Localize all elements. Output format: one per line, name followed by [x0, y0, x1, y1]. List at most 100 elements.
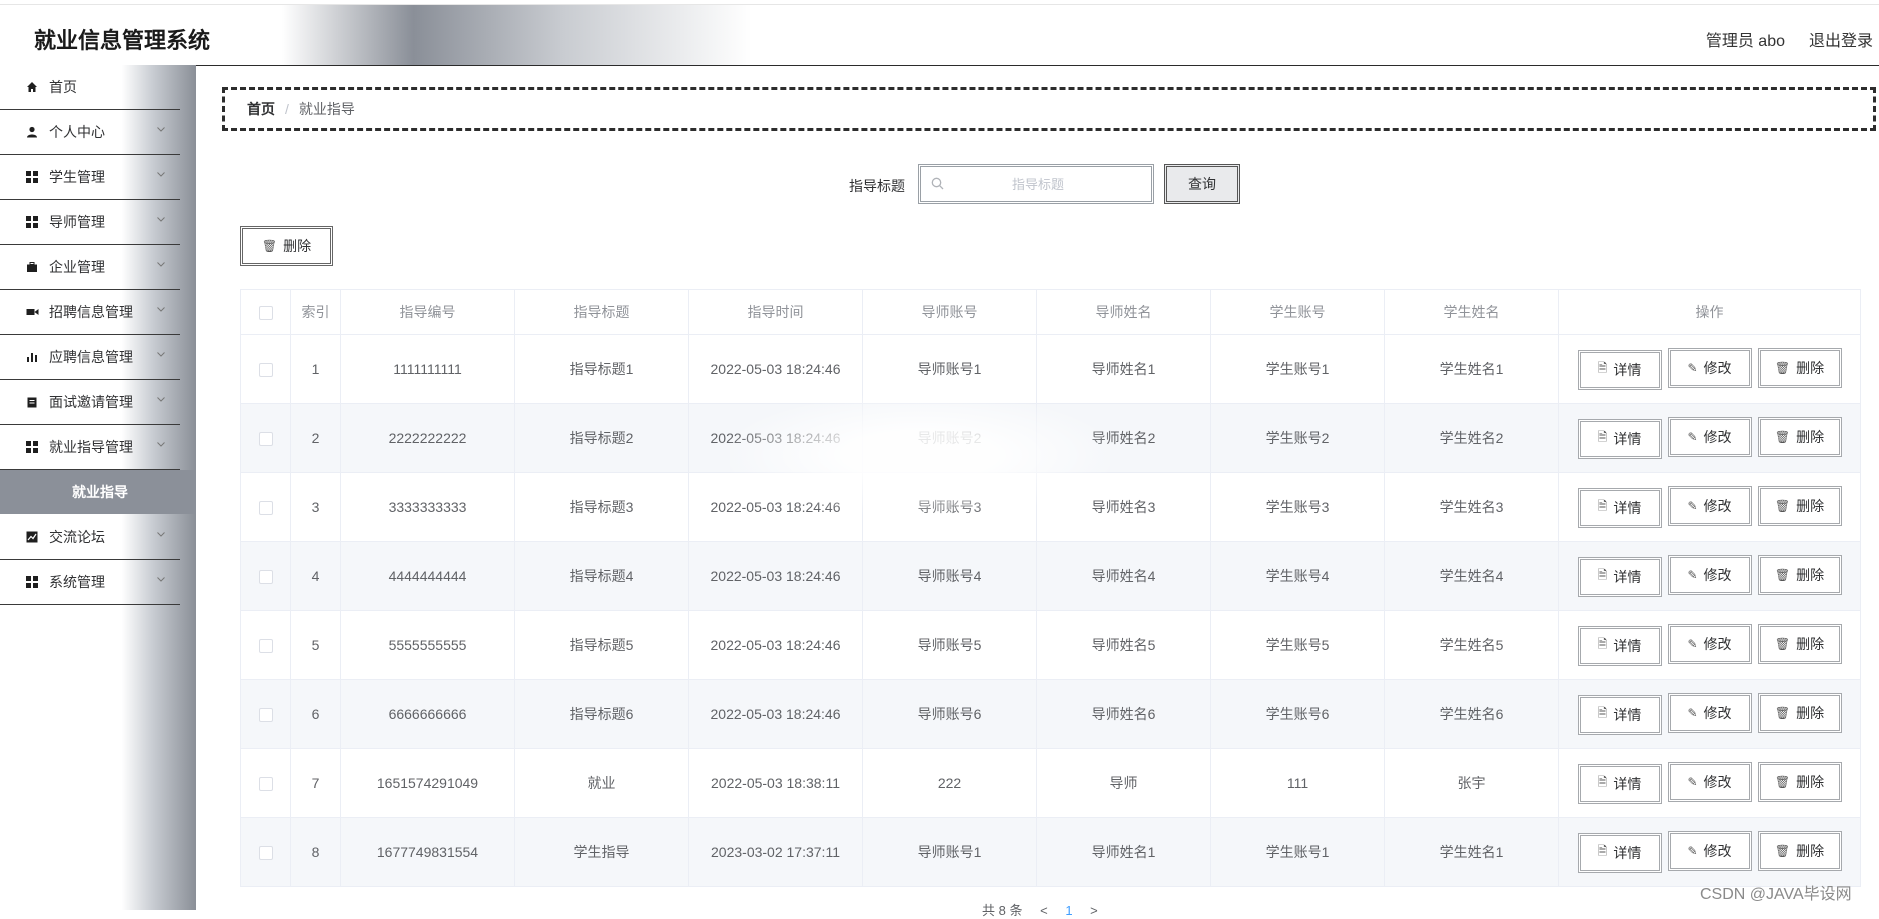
- sidebar-item[interactable]: 企业管理: [0, 245, 180, 290]
- cell-student-account: 学生账号4: [1210, 541, 1385, 611]
- document-icon: 🗎: [1597, 637, 1608, 652]
- sidebar-item[interactable]: 招聘信息管理: [0, 290, 180, 335]
- chevron-down-icon: [156, 259, 166, 272]
- sidebar-item[interactable]: 导师管理: [0, 200, 180, 245]
- logout-button[interactable]: 退出登录: [1809, 27, 1873, 51]
- row-checkbox[interactable]: [258, 708, 273, 723]
- cell-tutor-account: 导师账号1: [862, 817, 1037, 887]
- edit-button-label: 修改: [1703, 429, 1732, 446]
- row-checkbox[interactable]: [258, 846, 273, 861]
- query-button[interactable]: 查询: [1164, 164, 1240, 204]
- row-select-cell: [240, 403, 291, 473]
- cell-time: 2022-05-03 18:24:46: [688, 334, 863, 404]
- sidebar-item[interactable]: 首页: [0, 65, 180, 110]
- edit-button[interactable]: ✎ 修改: [1667, 555, 1752, 596]
- edit-button-label: 修改: [1703, 498, 1732, 515]
- pencil-icon: ✎: [1687, 499, 1698, 514]
- table-row[interactable]: 4 4444444444 指导标题4 2022-05-03 18:24:46 导师账号4…: [240, 541, 1861, 611]
- cell-student-name: 学生姓名4: [1384, 541, 1559, 611]
- row-checkbox[interactable]: [258, 501, 273, 516]
- sidebar-item[interactable]: 学生管理: [0, 155, 180, 200]
- sidebar-item[interactable]: 系统管理: [0, 560, 180, 605]
- cell-actions: 🗎 详情 ✎ 修改 🗑 删除: [1558, 610, 1861, 680]
- delete-button[interactable]: 🗑 删除: [1757, 555, 1842, 596]
- bulk-delete-label: 删除: [283, 238, 312, 254]
- edit-button[interactable]: ✎ 修改: [1667, 348, 1752, 389]
- sidebar-item[interactable]: 面试邀请管理: [0, 380, 180, 425]
- grid-icon: [25, 575, 39, 589]
- edit-button[interactable]: ✎ 修改: [1667, 831, 1752, 872]
- row-checkbox[interactable]: [258, 639, 273, 654]
- row-checkbox[interactable]: [258, 777, 273, 792]
- pagination-prev[interactable]: <: [1040, 903, 1048, 918]
- chevron-down-icon: [156, 574, 166, 587]
- row-checkbox[interactable]: [258, 570, 273, 585]
- detail-button[interactable]: 🗎 详情: [1577, 832, 1662, 873]
- column-header: 指导时间: [688, 289, 863, 335]
- delete-button[interactable]: 🗑 删除: [1757, 831, 1842, 872]
- search-input[interactable]: [951, 175, 1125, 193]
- cell-code: 1677749831554: [340, 817, 515, 887]
- pagination-total: 共 8 条: [982, 903, 1023, 918]
- detail-button[interactable]: 🗎 详情: [1577, 418, 1662, 459]
- table-row[interactable]: 7 1651574291049 就业 2022-05-03 18:38:11 222 导师…: [240, 748, 1861, 818]
- trash-icon: 🗑: [1774, 775, 1791, 790]
- column-header: 导师姓名: [1036, 289, 1211, 335]
- pagination-page[interactable]: 1: [1065, 903, 1072, 918]
- delete-button[interactable]: 🗑 删除: [1757, 762, 1842, 803]
- bulk-delete-button[interactable]: 🗑 删除: [240, 226, 333, 266]
- row-checkbox[interactable]: [258, 363, 273, 378]
- column-header: 操作: [1558, 289, 1861, 335]
- delete-button-label: 删除: [1796, 360, 1825, 377]
- sidebar-item[interactable]: 交流论坛: [0, 515, 180, 560]
- edit-button-label: 修改: [1703, 567, 1732, 584]
- row-select-cell: [240, 541, 291, 611]
- breadcrumb-home[interactable]: 首页: [247, 99, 275, 119]
- sidebar-item[interactable]: 就业指导管理: [0, 425, 180, 470]
- table-row[interactable]: 5 5555555555 指导标题5 2022-05-03 18:24:46 导师账号5…: [240, 610, 1861, 680]
- edit-button[interactable]: ✎ 修改: [1667, 693, 1752, 734]
- sidebar-subitem-active[interactable]: 就业指导: [0, 470, 196, 514]
- delete-button-label: 删除: [1796, 774, 1825, 791]
- table-row[interactable]: 3 3333333333 指导标题3 2022-05-03 18:24:46 导师账号3…: [240, 472, 1861, 542]
- cell-time: 2022-05-03 18:24:46: [688, 610, 863, 680]
- detail-button[interactable]: 🗎 详情: [1577, 694, 1662, 735]
- grid-icon: [25, 170, 39, 184]
- delete-button[interactable]: 🗑 删除: [1757, 693, 1842, 734]
- cell-tutor-account: 导师账号3: [862, 472, 1037, 542]
- detail-button[interactable]: 🗎 详情: [1577, 763, 1662, 804]
- table-row[interactable]: 1 1111111111 指导标题1 2022-05-03 18:24:46 导师账号1…: [240, 334, 1861, 404]
- chevron-down-icon: [156, 214, 166, 227]
- delete-button[interactable]: 🗑 删除: [1757, 417, 1842, 458]
- edit-button[interactable]: ✎ 修改: [1667, 486, 1752, 527]
- delete-button[interactable]: 🗑 删除: [1757, 486, 1842, 527]
- edit-button[interactable]: ✎ 修改: [1667, 624, 1752, 665]
- table-row[interactable]: 6 6666666666 指导标题6 2022-05-03 18:24:46 导师账号6…: [240, 679, 1861, 749]
- cell-actions: 🗎 详情 ✎ 修改 🗑 删除: [1558, 541, 1861, 611]
- table-row[interactable]: 2 2222222222 指导标题2 2022-05-03 18:24:46 导师账号2…: [240, 403, 1861, 473]
- sidebar-item[interactable]: 个人中心: [0, 110, 180, 155]
- top-header: 就业信息管理系统 管理员 abo 退出登录: [0, 4, 1879, 66]
- row-checkbox[interactable]: [258, 432, 273, 447]
- delete-button[interactable]: 🗑 删除: [1757, 348, 1842, 389]
- trash-icon: 🗑: [261, 239, 278, 253]
- pagination-next[interactable]: >: [1090, 903, 1098, 918]
- edit-button[interactable]: ✎ 修改: [1667, 417, 1752, 458]
- cell-student-name: 学生姓名1: [1384, 334, 1559, 404]
- table-row[interactable]: 8 1677749831554 学生指导 2023-03-02 17:37:11 导师账…: [240, 817, 1861, 887]
- cell-tutor-name: 导师姓名1: [1036, 817, 1211, 887]
- edit-button[interactable]: ✎ 修改: [1667, 762, 1752, 803]
- sidebar-item[interactable]: 应聘信息管理: [0, 335, 180, 380]
- delete-button[interactable]: 🗑 删除: [1757, 624, 1842, 665]
- column-header: 学生账号: [1210, 289, 1385, 335]
- pencil-icon: ✎: [1687, 361, 1698, 376]
- select-all-checkbox[interactable]: [258, 306, 273, 321]
- cell-tutor-account: 222: [862, 748, 1037, 818]
- detail-button[interactable]: 🗎 详情: [1577, 625, 1662, 666]
- detail-button[interactable]: 🗎 详情: [1577, 556, 1662, 597]
- detail-button[interactable]: 🗎 详情: [1577, 349, 1662, 390]
- search-icon: [931, 177, 945, 191]
- table-header-row: 索引 指导编号 指导标题 指导时间 导师账号 导师姓名 学生账号 学生姓名 操作: [240, 289, 1861, 335]
- detail-button[interactable]: 🗎 详情: [1577, 487, 1662, 528]
- row-select-cell: [240, 679, 291, 749]
